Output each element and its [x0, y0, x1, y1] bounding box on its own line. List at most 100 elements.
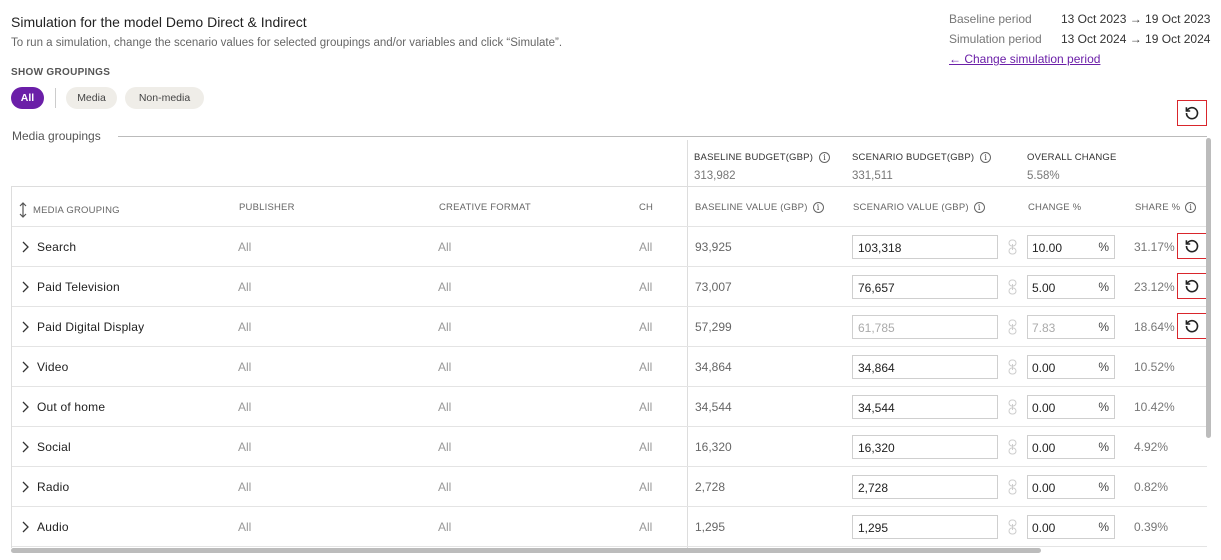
media-grouping-name[interactable]: Paid Digital Display	[37, 320, 144, 334]
change-pct-value: 0.00	[1032, 401, 1056, 415]
change-pct-input[interactable]: 0.00 %	[1027, 475, 1115, 499]
link-icon[interactable]	[1008, 479, 1017, 495]
change-pct-input[interactable]: 5.00 %	[1027, 275, 1115, 299]
page-subtitle: To run a simulation, change the scenario…	[11, 37, 563, 49]
link-icon[interactable]	[1008, 399, 1017, 415]
publisher-cell: All	[238, 400, 252, 414]
link-icon[interactable]	[1008, 279, 1017, 295]
section-label: Media groupings	[12, 129, 109, 143]
scenario-value-input[interactable]: 34,544	[852, 395, 998, 419]
creative-format-cell: All	[438, 280, 452, 294]
chevron-right-icon[interactable]	[19, 320, 31, 334]
chevron-right-icon[interactable]	[19, 240, 31, 254]
chevron-right-icon[interactable]	[19, 440, 31, 454]
creative-format-cell: All	[438, 320, 452, 334]
overall-change-value: 5.58%	[1027, 170, 1060, 182]
link-icon[interactable]	[1008, 239, 1017, 255]
creative-format-cell: All	[438, 360, 452, 374]
share-pct-cell: 0.82%	[1134, 480, 1169, 494]
change-pct-input[interactable]: 0.00 %	[1027, 395, 1115, 419]
change-pct-input[interactable]: 10.00 %	[1027, 235, 1115, 259]
info-icon[interactable]: i	[812, 202, 824, 213]
share-pct-cell: 0.39%	[1134, 520, 1169, 534]
media-grouping-name[interactable]: Out of home	[37, 400, 105, 414]
baseline-budget-label: BASELINE BUDGET(GBP)	[694, 152, 814, 163]
scenario-budget-label: SCENARIO BUDGET(GBP)	[852, 152, 975, 163]
baseline-period-value-wrap: 13 Oct 2023 → 19 Oct 2023	[1061, 12, 1210, 26]
scenario-budget-header: SCENARIO BUDGET(GBP) i	[852, 152, 992, 163]
share-pct-cell: 18.64%	[1134, 320, 1175, 334]
creative-format-cell: All	[438, 440, 452, 454]
baseline-budget-value: 313,982	[694, 170, 736, 182]
change-pct-input[interactable]: 0.00 %	[1027, 355, 1115, 379]
chevron-right-icon[interactable]	[19, 280, 31, 294]
change-pct-value: 0.00	[1032, 361, 1056, 375]
media-grouping-header[interactable]: MEDIA GROUPING	[18, 202, 120, 218]
link-icon[interactable]	[1008, 359, 1017, 375]
percent-sign: %	[1098, 520, 1109, 534]
media-grouping-name[interactable]: Paid Television	[37, 280, 120, 294]
publisher-cell: All	[238, 520, 252, 534]
link-icon[interactable]	[1008, 319, 1017, 335]
info-icon[interactable]: i	[973, 202, 985, 213]
info-icon[interactable]: i	[819, 152, 831, 163]
link-icon[interactable]	[1008, 439, 1017, 455]
scenario-value-input[interactable]: 1,295	[852, 515, 998, 539]
change-simulation-period-link[interactable]: ← Change simulation period	[949, 52, 1100, 66]
change-pct-input[interactable]: 7.83 %	[1027, 315, 1115, 339]
table-row: Paid Television All All All 73,007 76,65…	[12, 267, 1207, 307]
media-groupings-table: MEDIA GROUPING PUBLISHER CREATIVE FORMAT…	[11, 186, 1207, 548]
chip-all[interactable]: All	[11, 87, 44, 109]
info-icon[interactable]: i	[980, 152, 992, 163]
baseline-value-cell: 16,320	[695, 440, 732, 454]
publisher-cell: All	[238, 480, 252, 494]
media-grouping-name[interactable]: Search	[37, 240, 76, 254]
reset-icon	[1185, 106, 1199, 120]
scenario-value-input[interactable]: 34,864	[852, 355, 998, 379]
creative-format-cell: All	[438, 520, 452, 534]
scenario-value-input[interactable]: 76,657	[852, 275, 998, 299]
table-row: Audio All All All 1,295 1,295 0.00 % 0.3…	[12, 507, 1207, 547]
baseline-budget-header: BASELINE BUDGET(GBP) i	[694, 152, 831, 163]
vertical-scrollbar[interactable]	[1206, 138, 1211, 438]
media-grouping-name[interactable]: Social	[37, 440, 71, 454]
change-pct-input[interactable]: 0.00 %	[1027, 435, 1115, 459]
media-grouping-name[interactable]: Video	[37, 360, 68, 374]
reset-icon	[1185, 319, 1199, 333]
chevron-right-icon[interactable]	[19, 520, 31, 534]
row-reset-button[interactable]	[1177, 273, 1207, 299]
share-pct-cell: 4.92%	[1134, 440, 1169, 454]
chevron-right-icon[interactable]	[19, 480, 31, 494]
sort-icon[interactable]	[18, 202, 28, 218]
media-grouping-name[interactable]: Radio	[37, 480, 69, 494]
ch-cell: All	[639, 440, 653, 454]
reset-all-button[interactable]	[1177, 100, 1207, 126]
creative-format-cell: All	[438, 480, 452, 494]
row-reset-button[interactable]	[1177, 313, 1207, 339]
scenario-value-header-label: SCENARIO VALUE (GBP)	[853, 202, 969, 213]
scenario-value-input[interactable]: 103,318	[852, 235, 998, 259]
scenario-value-input[interactable]: 16,320	[852, 435, 998, 459]
change-pct-value: 10.00	[1032, 241, 1063, 255]
chip-media[interactable]: Media	[66, 87, 117, 109]
ch-header: CH	[639, 202, 654, 213]
ch-cell: All	[639, 240, 653, 254]
chip-non-media[interactable]: Non-media	[125, 87, 204, 109]
baseline-period: Baseline period	[949, 12, 1032, 26]
ch-cell: All	[639, 320, 653, 334]
change-pct-input[interactable]: 0.00 %	[1027, 515, 1115, 539]
info-icon[interactable]: i	[1185, 202, 1197, 213]
change-pct-value: 0.00	[1032, 521, 1056, 535]
change-pct-header: CHANGE %	[1028, 202, 1082, 213]
reset-icon	[1185, 239, 1199, 253]
horizontal-scrollbar[interactable]	[11, 548, 1041, 553]
baseline-value-cell: 34,544	[695, 400, 732, 414]
scenario-value-input[interactable]: 2,728	[852, 475, 998, 499]
media-grouping-name[interactable]: Audio	[37, 520, 69, 534]
chevron-right-icon[interactable]	[19, 360, 31, 374]
chevron-right-icon[interactable]	[19, 400, 31, 414]
scenario-value-input[interactable]: 61,785	[852, 315, 998, 339]
link-icon[interactable]	[1008, 519, 1017, 535]
change-pct-value: 0.00	[1032, 441, 1056, 455]
row-reset-button[interactable]	[1177, 233, 1207, 259]
